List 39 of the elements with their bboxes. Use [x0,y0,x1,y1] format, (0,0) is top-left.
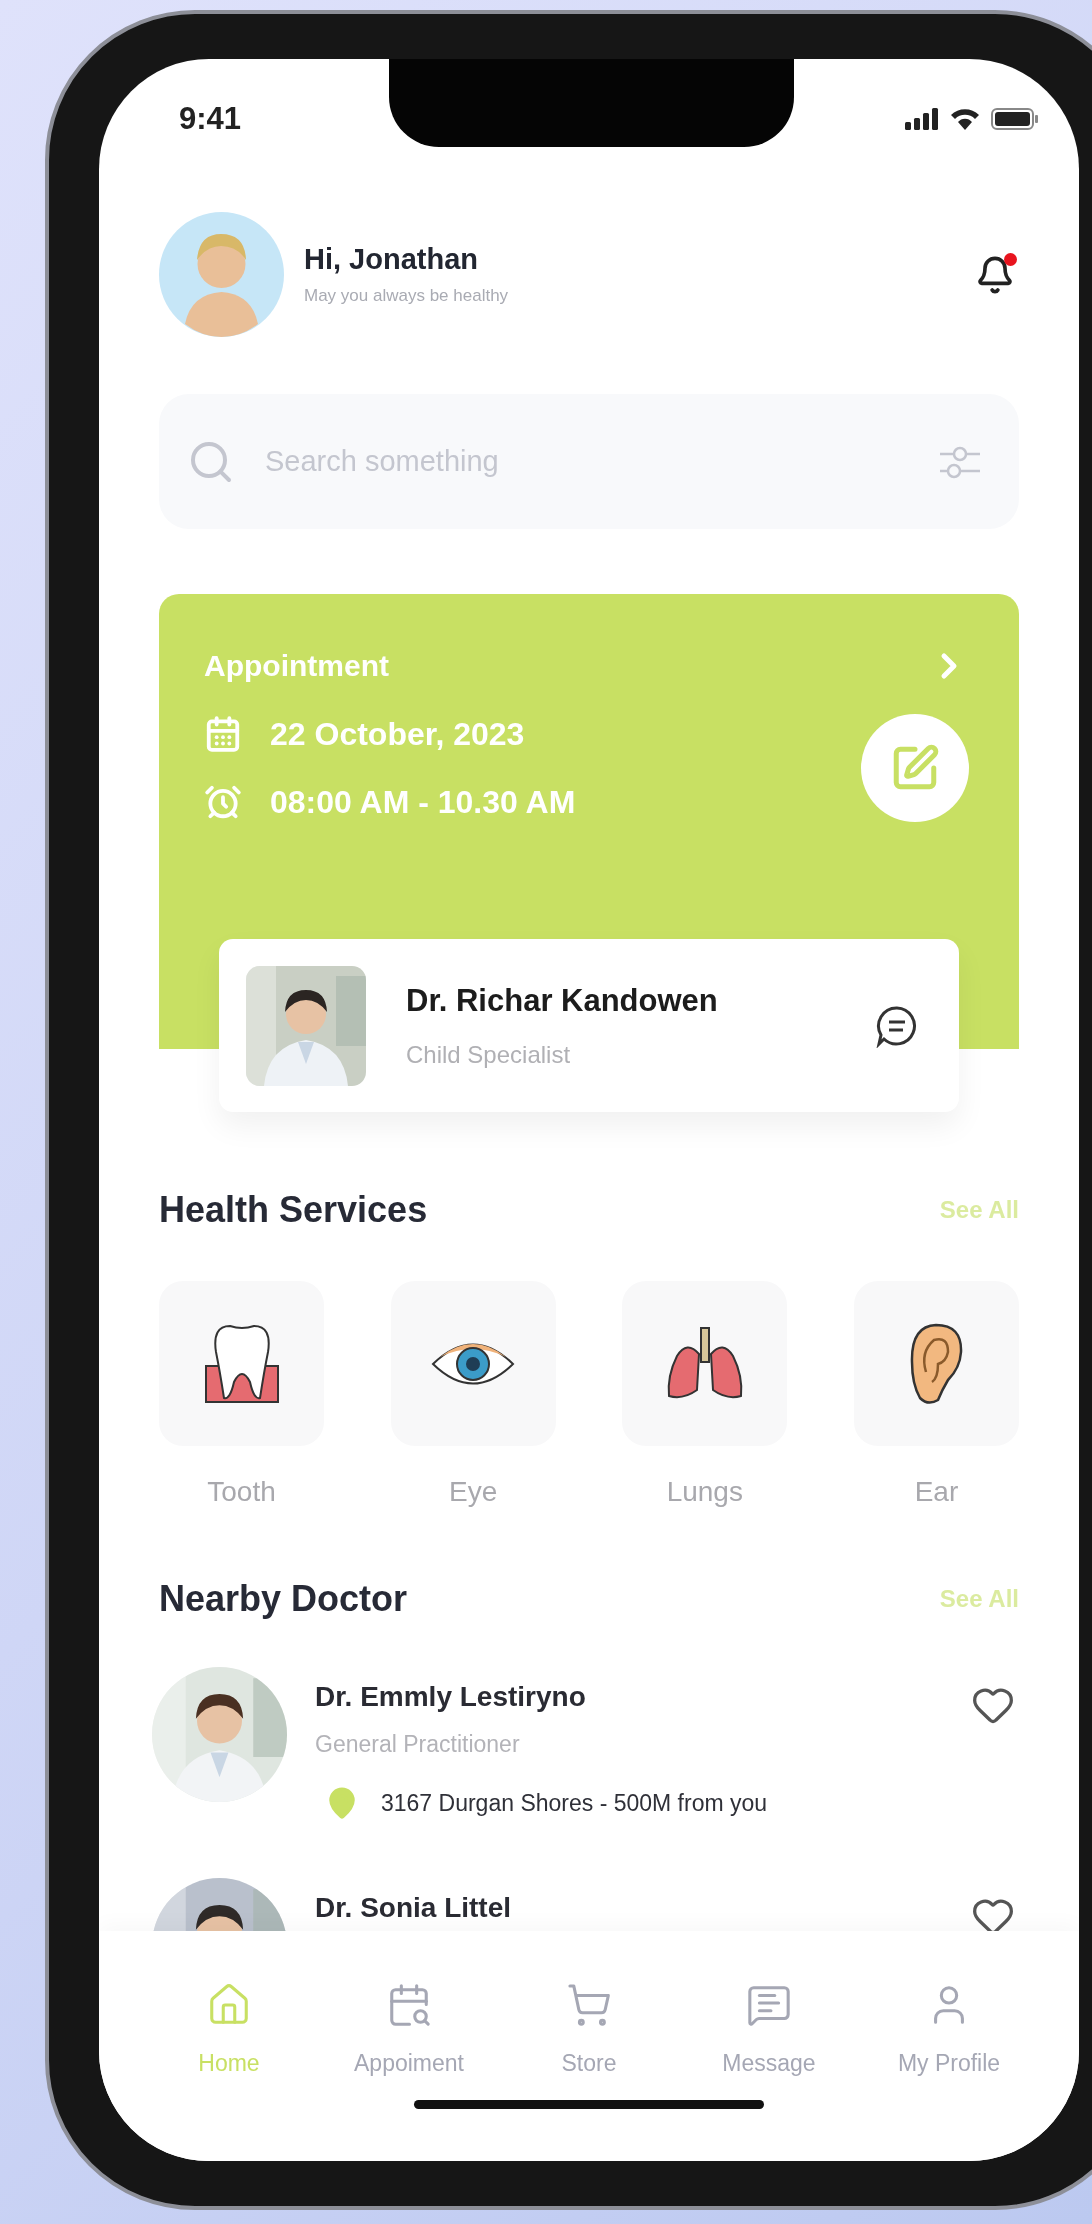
nav-tab[interactable]: Message [679,1981,859,2078]
status-time: 9:41 [179,101,242,137]
signal-icon [905,108,939,130]
service-label: Tooth [207,1476,276,1508]
doctor-name: Dr. Sonia Littel [315,1892,513,1924]
appointment-time: 08:00 AM - 10.30 AM [270,783,576,821]
doctor-specialty: Child Specialist [406,1040,572,1069]
service-tile[interactable] [159,1281,324,1446]
wifi-icon [949,107,981,131]
doctor-card[interactable]: Dr. Richar Kandowen Child Specialist [219,939,959,1112]
doctor-specialty: General Practitioner [315,1731,521,1758]
cart-icon [566,1982,612,2028]
service-label: Eye [449,1476,498,1508]
nav-tab[interactable]: Appoiment [319,1981,499,2078]
service-tile[interactable] [622,1281,788,1446]
service-tile[interactable] [853,1281,1019,1446]
doctor-name: Dr. Emmly Lestiryno [315,1681,587,1713]
nav-tab[interactable]: My Profile [859,1981,1039,2078]
alarm-clock-icon [204,783,242,821]
greeting-subtitle: May you always be healthy [304,286,510,306]
service-label: Lungs [666,1476,743,1508]
doctor-name: Dr. Richar Kandowen [406,982,719,1019]
calendar-icon [204,715,242,753]
ear-icon [908,1321,965,1406]
nav-tab[interactable]: Store [499,1981,679,2078]
appointment-title: Appointment [204,649,389,683]
see-all-link[interactable]: See All [939,1196,1019,1224]
section-title: Nearby Doctor [159,1578,408,1620]
greeting: Hi, Jonathan [304,243,479,276]
appointment-date: 22 October, 2023 [270,715,525,753]
service-tile[interactable] [390,1281,556,1446]
doctor-location: 3167 Durgan Shores - 500M from you [381,1789,768,1817]
appointment-card[interactable]: Appointment 22 October, 2023 08:00 AM - 10.30 AM Dr. Richar Kandowen Child Specialist [159,594,1019,1112]
battery-icon [991,108,1039,130]
service-label: Ear [914,1476,959,1508]
nav-tab[interactable]: Home [139,1981,319,2078]
section-title: Health Services [159,1189,428,1231]
see-all-link[interactable]: See All [939,1585,1019,1613]
chat-icon[interactable] [875,1003,919,1048]
